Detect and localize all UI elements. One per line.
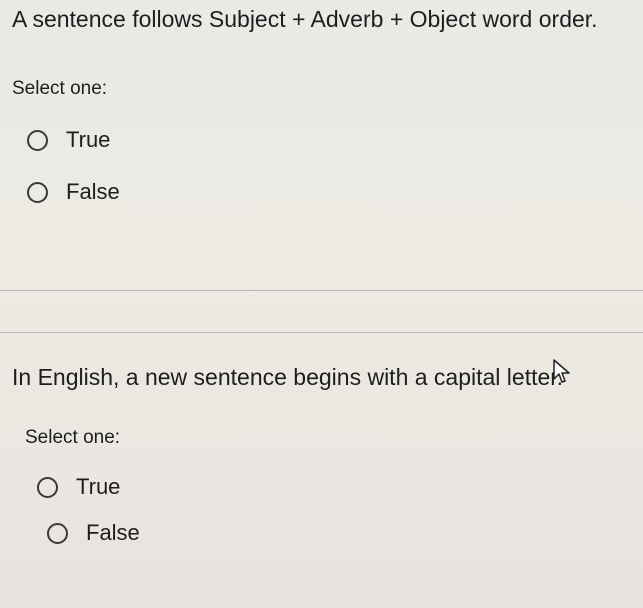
radio-icon[interactable] — [27, 181, 48, 203]
radio-icon[interactable] — [37, 476, 58, 498]
option-label: False — [66, 179, 120, 204]
option-label: False — [86, 520, 140, 545]
question-1-option-false[interactable]: False — [27, 179, 120, 205]
question-2-select-prompt: Select one: — [25, 427, 121, 448]
divider — [0, 332, 643, 333]
radio-icon[interactable] — [47, 522, 68, 544]
question-2-option-true[interactable]: True — [37, 474, 120, 500]
option-label: True — [66, 127, 111, 152]
question-1-text: A sentence follows Subject + Adverb + Ob… — [12, 6, 598, 32]
option-label: True — [76, 474, 121, 499]
question-2-text: In English, a new sentence begins with a… — [12, 364, 564, 390]
question-1-option-true[interactable]: True — [27, 127, 110, 153]
divider — [0, 290, 643, 291]
mouse-pointer-icon — [553, 359, 570, 383]
question-1-select-prompt: Select one: — [12, 78, 108, 99]
question-2-option-false[interactable]: False — [47, 520, 140, 546]
radio-icon[interactable] — [27, 129, 48, 151]
